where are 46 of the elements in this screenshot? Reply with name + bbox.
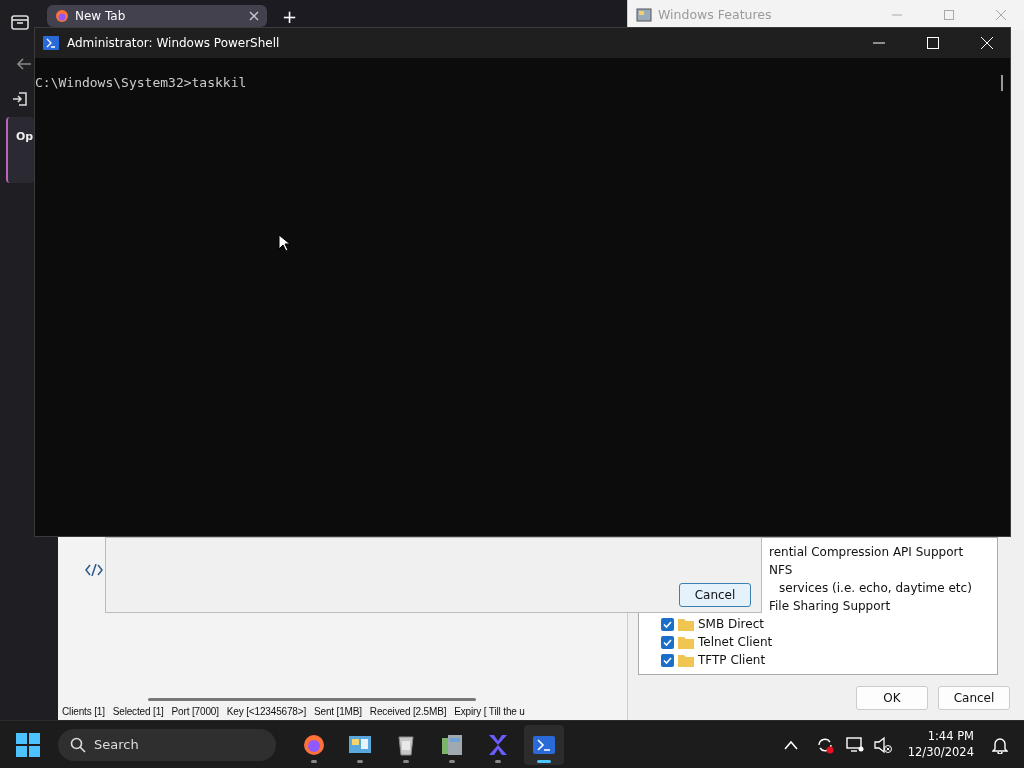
- volume-muted-icon[interactable]: [873, 735, 892, 754]
- new-tab-button[interactable]: +: [282, 8, 298, 26]
- taskbar-app[interactable]: [524, 724, 564, 765]
- back-icon[interactable]: [16, 57, 32, 71]
- terminal-icon: [43, 36, 59, 50]
- notification-bell-icon[interactable]: [992, 735, 1008, 754]
- feature-label: rential Compression API Support: [769, 544, 964, 561]
- feature-label: SMB Direct: [698, 616, 764, 633]
- console-line: C:\Windows\System32>taskkil: [35, 74, 247, 92]
- clock[interactable]: 1:44 PM 12/30/2024: [907, 729, 974, 760]
- sign-in-icon[interactable]: [12, 91, 28, 107]
- search-icon: [70, 736, 86, 753]
- feature-label: TFTP Client: [698, 652, 766, 669]
- tab-tray-icon[interactable]: [11, 14, 29, 30]
- chevron-up-icon[interactable]: [783, 739, 798, 750]
- checkbox[interactable]: [661, 653, 674, 667]
- network-icon[interactable]: [845, 735, 864, 754]
- feature-label: Telnet Client: [698, 634, 773, 651]
- window-title: Administrator: Windows PowerShell: [67, 35, 281, 52]
- cursor-icon: [278, 234, 290, 252]
- cancel-button[interactable]: Cancel: [938, 686, 1010, 710]
- start-icon[interactable]: [16, 732, 40, 757]
- folder-icon: [678, 617, 694, 631]
- feature-label: services (i.e. echo, daytime etc): [779, 580, 972, 597]
- cancel-button[interactable]: Cancel: [679, 583, 751, 607]
- search-field[interactable]: Search: [58, 728, 276, 761]
- x-logo-icon: [486, 732, 510, 757]
- feature-label: File Sharing Support: [769, 598, 891, 615]
- window-title: Windows Features: [658, 5, 773, 24]
- folder-icon: [678, 653, 694, 667]
- close-icon[interactable]: [249, 11, 259, 21]
- checkbox[interactable]: [661, 635, 674, 649]
- browser-tab[interactable]: New Tab: [47, 5, 267, 27]
- code-icon: [85, 564, 103, 576]
- folder-icon: [678, 635, 694, 649]
- feature-label: NFS: [769, 562, 793, 579]
- status-bar-text: Clients [1] Selected [1] Port [7000] Key [<12345678>] Sent [1MB] Received [2.5MB] Expiry [ Till the u: [62, 706, 525, 718]
- browser-icon: [302, 732, 326, 757]
- scrollbar-thumb: [1001, 75, 1003, 91]
- ok-button[interactable]: OK: [856, 686, 928, 710]
- features-icon: [440, 732, 464, 757]
- checkbox[interactable]: [661, 617, 674, 631]
- tab-title: New Tab: [75, 8, 127, 25]
- features-icon: [636, 7, 652, 23]
- browser-logo-icon: [55, 9, 69, 23]
- card-title: Op: [16, 129, 34, 145]
